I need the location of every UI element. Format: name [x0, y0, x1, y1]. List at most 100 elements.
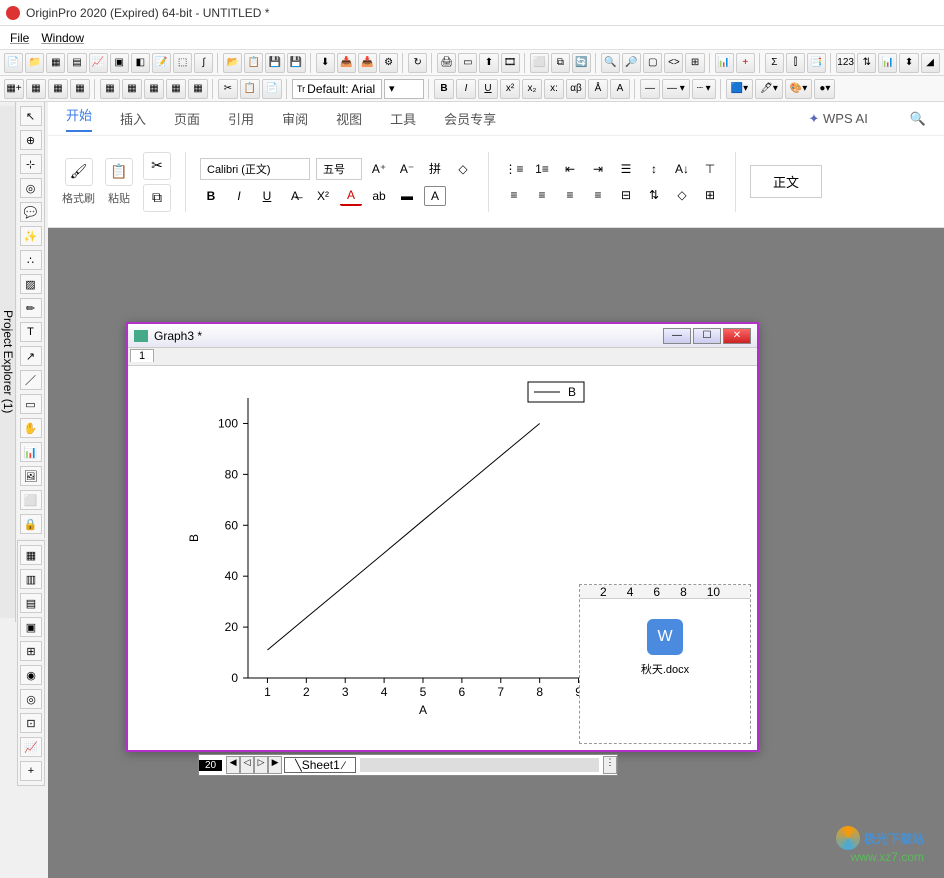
refresh-icon[interactable]: 🔄: [572, 53, 591, 73]
bg-color-icon[interactable]: ▬: [396, 186, 418, 206]
whole-page-icon[interactable]: ▢: [643, 53, 662, 73]
super-icon[interactable]: X²: [312, 186, 334, 206]
insert-img-icon[interactable]: 🖼: [20, 466, 42, 486]
font-color-icon[interactable]: A: [340, 186, 362, 206]
line-dash-icon[interactable]: ┈ ▾: [692, 79, 716, 99]
grid3-icon[interactable]: ▦: [70, 79, 90, 99]
plot-123-icon[interactable]: 123: [836, 53, 855, 73]
digitize-icon[interactable]: 📊: [715, 53, 734, 73]
plot-sort-icon[interactable]: ⇅: [857, 53, 876, 73]
font-shrink-icon[interactable]: A⁻: [396, 159, 418, 179]
shading-icon[interactable]: ◇: [671, 185, 693, 205]
zoom-out-icon[interactable]: 🔎: [622, 53, 641, 73]
highlight-icon[interactable]: ✨: [20, 226, 42, 246]
grid8-icon[interactable]: ▦: [188, 79, 208, 99]
project-explorer-tab[interactable]: Project Explorer (1): [1, 106, 15, 618]
bold-button[interactable]: B: [434, 79, 454, 99]
slide-icon[interactable]: ▭: [458, 53, 477, 73]
font-dec-icon[interactable]: A: [610, 79, 630, 99]
batch-icon[interactable]: ⚙: [379, 53, 398, 73]
movie-icon[interactable]: 🎞: [501, 53, 520, 73]
fill-color-icon[interactable]: 🟦▾: [726, 79, 753, 99]
symbol-icon[interactable]: ●▾: [814, 79, 835, 99]
close-button[interactable]: ✕: [723, 328, 751, 344]
grid7-icon[interactable]: ▦: [166, 79, 186, 99]
cut-button-icon[interactable]: ✂: [143, 152, 171, 180]
search-icon[interactable]: 🔍: [910, 111, 926, 127]
stats-col-icon[interactable]: ⫿: [786, 53, 805, 73]
wps-ai-button[interactable]: ✦ WPS AI: [809, 111, 868, 127]
layer-2-icon[interactable]: ▥: [20, 569, 42, 589]
underline2-icon[interactable]: U: [256, 186, 278, 206]
line-tool-icon[interactable]: ／: [20, 370, 42, 390]
sort-icon[interactable]: A↓: [671, 159, 693, 179]
arrow-tool-icon[interactable]: ↗: [20, 346, 42, 366]
align-right-icon[interactable]: ≡: [559, 185, 581, 205]
grid2-icon[interactable]: ▦: [48, 79, 68, 99]
supsub-icon[interactable]: x:: [544, 79, 564, 99]
italic-button[interactable]: I: [456, 79, 476, 99]
indent-icon[interactable]: ⇥: [587, 159, 609, 179]
new-workbook-icon[interactable]: ▦: [46, 53, 65, 73]
rescale-icon[interactable]: ⬜: [530, 53, 549, 73]
layer-3-icon[interactable]: ▤: [20, 593, 42, 613]
app-center-icon[interactable]: ⊞: [685, 53, 704, 73]
tabs-icon[interactable]: ⊤: [699, 159, 721, 179]
tab-review[interactable]: 审阅: [282, 109, 308, 128]
stats-report-icon[interactable]: 📑: [807, 53, 826, 73]
annotate-icon[interactable]: 💬: [20, 202, 42, 222]
tab-view[interactable]: 视图: [336, 109, 362, 128]
zoom-pan-icon[interactable]: ⊕: [20, 130, 42, 150]
print-icon[interactable]: 🖨: [437, 53, 456, 73]
plot-hist-icon[interactable]: ⬍: [899, 53, 918, 73]
font-size-select[interactable]: 五号: [316, 158, 362, 180]
highlight2-icon[interactable]: ab: [368, 186, 390, 206]
line-style-icon[interactable]: —: [640, 79, 660, 99]
italic2-icon[interactable]: I: [228, 186, 250, 206]
line-width-icon[interactable]: — ▾: [662, 79, 690, 99]
line-color-icon[interactable]: 🖊▾: [755, 79, 783, 99]
layer-5-icon[interactable]: ⊞: [20, 641, 42, 661]
pointer-tool-icon[interactable]: ↖: [20, 106, 42, 126]
open-icon[interactable]: 📂: [223, 53, 242, 73]
align-center-icon[interactable]: ≡: [531, 185, 553, 205]
grid4-icon[interactable]: ▦: [100, 79, 120, 99]
chart-type-icon[interactable]: 📈: [20, 737, 42, 757]
sheet-nav-first[interactable]: ◀: [226, 756, 240, 774]
grid1-icon[interactable]: ▦: [26, 79, 46, 99]
layer-plus-icon[interactable]: +: [20, 761, 42, 781]
copy-button-icon[interactable]: ⧉: [143, 184, 171, 212]
numbering-icon[interactable]: 1≡: [531, 159, 553, 179]
import-multi-icon[interactable]: 📥: [358, 53, 377, 73]
menu-file[interactable]: File: [10, 31, 29, 45]
draw-icon[interactable]: ✏: [20, 298, 42, 318]
copy-icon[interactable]: 📋: [240, 79, 260, 99]
layer-7-icon[interactable]: ◎: [20, 689, 42, 709]
graph-window-titlebar[interactable]: Graph3 * — ☐ ✕: [128, 324, 757, 348]
tab-tools[interactable]: 工具: [390, 109, 416, 128]
font-grow-icon[interactable]: A⁺: [368, 159, 390, 179]
strike-icon[interactable]: A̶: [284, 186, 306, 206]
layer-8-icon[interactable]: ⊡: [20, 713, 42, 733]
grid6-icon[interactable]: ▦: [144, 79, 164, 99]
tab-start[interactable]: 开始: [66, 105, 92, 132]
cut-icon[interactable]: ✂: [218, 79, 238, 99]
bold2-icon[interactable]: B: [200, 186, 222, 206]
align-left-icon[interactable]: ≡: [503, 185, 525, 205]
line-spacing-icon[interactable]: ↕: [643, 159, 665, 179]
line-space2-icon[interactable]: ⇅: [643, 185, 665, 205]
sheet-tab[interactable]: ╲Sheet1 ∕: [284, 757, 356, 773]
rect-tool-icon[interactable]: ▭: [20, 394, 42, 414]
palette-icon[interactable]: 🎨▾: [785, 79, 812, 99]
style-normal[interactable]: 正文: [750, 165, 822, 198]
lock-icon[interactable]: 🔒: [20, 514, 42, 534]
region-icon[interactable]: ✋: [20, 418, 42, 438]
zoom-in-icon[interactable]: 🔍: [601, 53, 620, 73]
sheet-nav-next[interactable]: ▷: [254, 756, 268, 774]
paste-button-icon[interactable]: 📋: [105, 158, 133, 186]
tab-insert[interactable]: 插入: [120, 109, 146, 128]
save-template-icon[interactable]: 💾: [287, 53, 306, 73]
text-dir-icon[interactable]: ☰: [615, 159, 637, 179]
greek-icon[interactable]: αβ: [566, 79, 586, 99]
char-border-icon[interactable]: A: [424, 186, 446, 206]
